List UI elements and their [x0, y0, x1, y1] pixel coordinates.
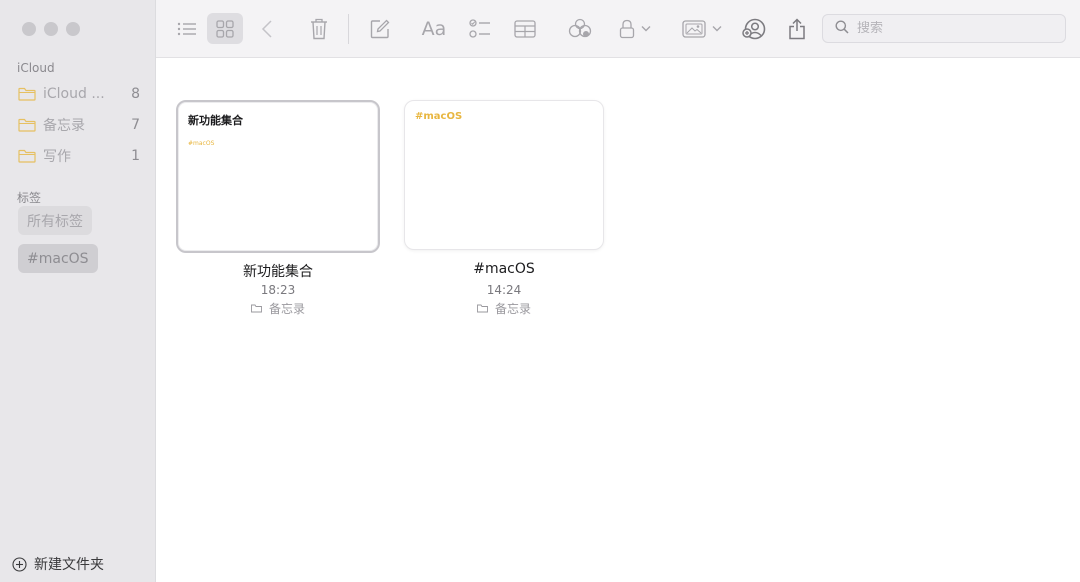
folder-icon — [18, 87, 36, 101]
folder-count: 1 — [131, 148, 140, 164]
share-icon — [788, 17, 806, 40]
table-button[interactable] — [512, 13, 538, 44]
note-thumbnail[interactable]: 新功能集合 #macOS — [176, 100, 380, 253]
collaborate-icon — [568, 18, 592, 40]
chevron-down-icon — [712, 25, 722, 32]
folder-small-icon — [251, 302, 269, 316]
folder-count: 7 — [131, 117, 140, 133]
note-folder-name: 备忘录 — [268, 302, 305, 316]
note-time: 18:23 — [260, 283, 296, 297]
folder-count: 8 — [131, 86, 140, 102]
note-time: 14:24 — [486, 283, 522, 297]
add-people-button[interactable] — [567, 13, 593, 44]
folder-icon — [18, 149, 36, 163]
back-button[interactable] — [256, 13, 278, 44]
notes-window: iCloud iCloud ... 8 备忘录 7 写作 1 标签 所有标签 #… — [0, 0, 1080, 582]
note-card[interactable]: 新功能集合 #macOS 新功能集合 18:23 备忘录 — [176, 100, 380, 316]
checklist-icon — [469, 18, 491, 39]
tag-all-tags[interactable]: 所有标签 — [18, 206, 92, 235]
sidebar-folder-writing[interactable]: 写作 1 — [18, 144, 140, 168]
person-badge-icon — [742, 18, 766, 40]
sidebar: iCloud iCloud ... 8 备忘录 7 写作 1 标签 所有标签 #… — [0, 0, 156, 582]
note-thumbnail[interactable]: #macOS — [404, 100, 604, 250]
search-icon — [835, 19, 849, 38]
checklist-button[interactable] — [467, 13, 493, 44]
format-button[interactable]: Aa — [420, 13, 448, 44]
folder-name: 写作 — [43, 149, 71, 165]
search-input[interactable] — [857, 21, 1037, 36]
photo-icon — [682, 19, 706, 38]
search-field[interactable] — [822, 14, 1066, 43]
compose-icon — [370, 19, 390, 39]
note-folder: 备忘录 — [176, 300, 380, 317]
plus-circle-icon — [12, 556, 27, 572]
folder-name: 备忘录 — [43, 118, 85, 134]
folder-icon — [18, 118, 36, 132]
new-note-button[interactable] — [367, 13, 393, 44]
table-icon — [514, 19, 536, 38]
folder-name: iCloud ... — [43, 86, 105, 102]
trash-icon — [310, 18, 328, 40]
thumbnail-tag: #macOS — [415, 111, 463, 122]
delete-button[interactable] — [306, 13, 332, 44]
tag-macos[interactable]: #macOS — [18, 244, 98, 273]
note-folder: 备忘录 — [404, 300, 604, 317]
share-people-button[interactable] — [740, 13, 768, 44]
chevron-down-icon — [641, 25, 651, 32]
thumbnail-tag: #macOS — [188, 140, 215, 147]
minimize-window-button[interactable] — [44, 22, 58, 36]
note-gallery: 新功能集合 #macOS 新功能集合 18:23 备忘录 #macOS #mac… — [156, 58, 1080, 582]
toolbar-separator — [348, 14, 349, 44]
sidebar-folder-icloud[interactable]: iCloud ... 8 — [18, 82, 140, 106]
icloud-section-label: iCloud — [17, 61, 55, 75]
window-controls — [22, 22, 80, 36]
new-folder-label: 新建文件夹 — [34, 557, 104, 573]
folder-small-icon — [477, 302, 495, 316]
sidebar-folder-notes[interactable]: 备忘录 7 — [18, 113, 140, 137]
note-title: 新功能集合 — [243, 264, 313, 280]
lock-icon — [619, 19, 635, 39]
list-icon — [177, 21, 197, 37]
close-window-button[interactable] — [22, 22, 36, 36]
media-button[interactable] — [679, 13, 725, 44]
chevron-left-icon — [261, 19, 273, 39]
toolbar: Aa — [156, 0, 1080, 58]
share-button[interactable] — [784, 13, 810, 44]
thumbnail-title: 新功能集合 — [188, 114, 243, 127]
list-view-button[interactable] — [172, 13, 202, 44]
new-folder-button[interactable]: 新建文件夹 — [12, 554, 104, 574]
note-folder-name: 备忘录 — [494, 302, 531, 316]
tags-section-label: 标签 — [17, 191, 42, 205]
zoom-window-button[interactable] — [66, 22, 80, 36]
note-title: #macOS — [473, 261, 535, 277]
lock-button[interactable] — [615, 13, 655, 44]
grid-icon — [216, 19, 234, 38]
note-card[interactable]: #macOS #macOS 14:24 备忘录 — [404, 100, 604, 316]
gallery-view-button[interactable] — [207, 13, 243, 44]
